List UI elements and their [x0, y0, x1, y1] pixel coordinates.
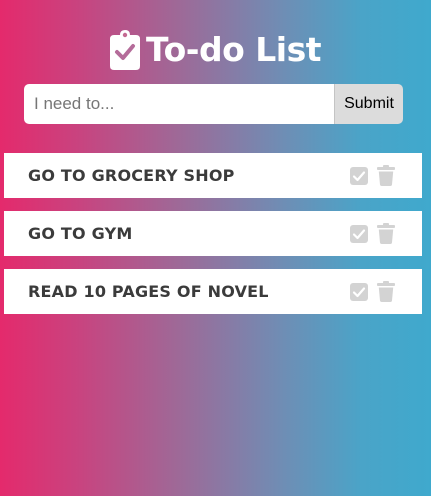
todo-actions	[350, 165, 395, 186]
app-header: To-do List	[0, 28, 431, 72]
header-inner: To-do List	[109, 30, 322, 70]
check-square-icon[interactable]	[350, 282, 368, 301]
add-todo-form: Submit	[24, 84, 403, 124]
todo-actions	[350, 223, 395, 244]
todo-item: Go to gym	[4, 211, 422, 256]
todo-item: Read 10 pages of novel	[4, 269, 422, 314]
submit-button[interactable]: Submit	[334, 84, 403, 124]
page-title: To-do List	[145, 30, 322, 69]
trash-icon[interactable]	[377, 281, 395, 302]
check-square-icon[interactable]	[350, 224, 368, 243]
todo-item-text: Go to gym	[28, 224, 133, 243]
clipboard-check-icon	[109, 30, 140, 70]
todo-actions	[350, 281, 395, 302]
trash-icon[interactable]	[377, 165, 395, 186]
todo-item: Go to grocery shop	[4, 153, 422, 198]
check-square-icon[interactable]	[350, 166, 368, 185]
todo-list: Go to grocery shop Go to gym	[4, 153, 422, 327]
todo-input[interactable]	[24, 84, 334, 124]
todo-item-text: Go to grocery shop	[28, 166, 235, 185]
trash-icon[interactable]	[377, 223, 395, 244]
todo-item-text: Read 10 pages of novel	[28, 282, 269, 301]
